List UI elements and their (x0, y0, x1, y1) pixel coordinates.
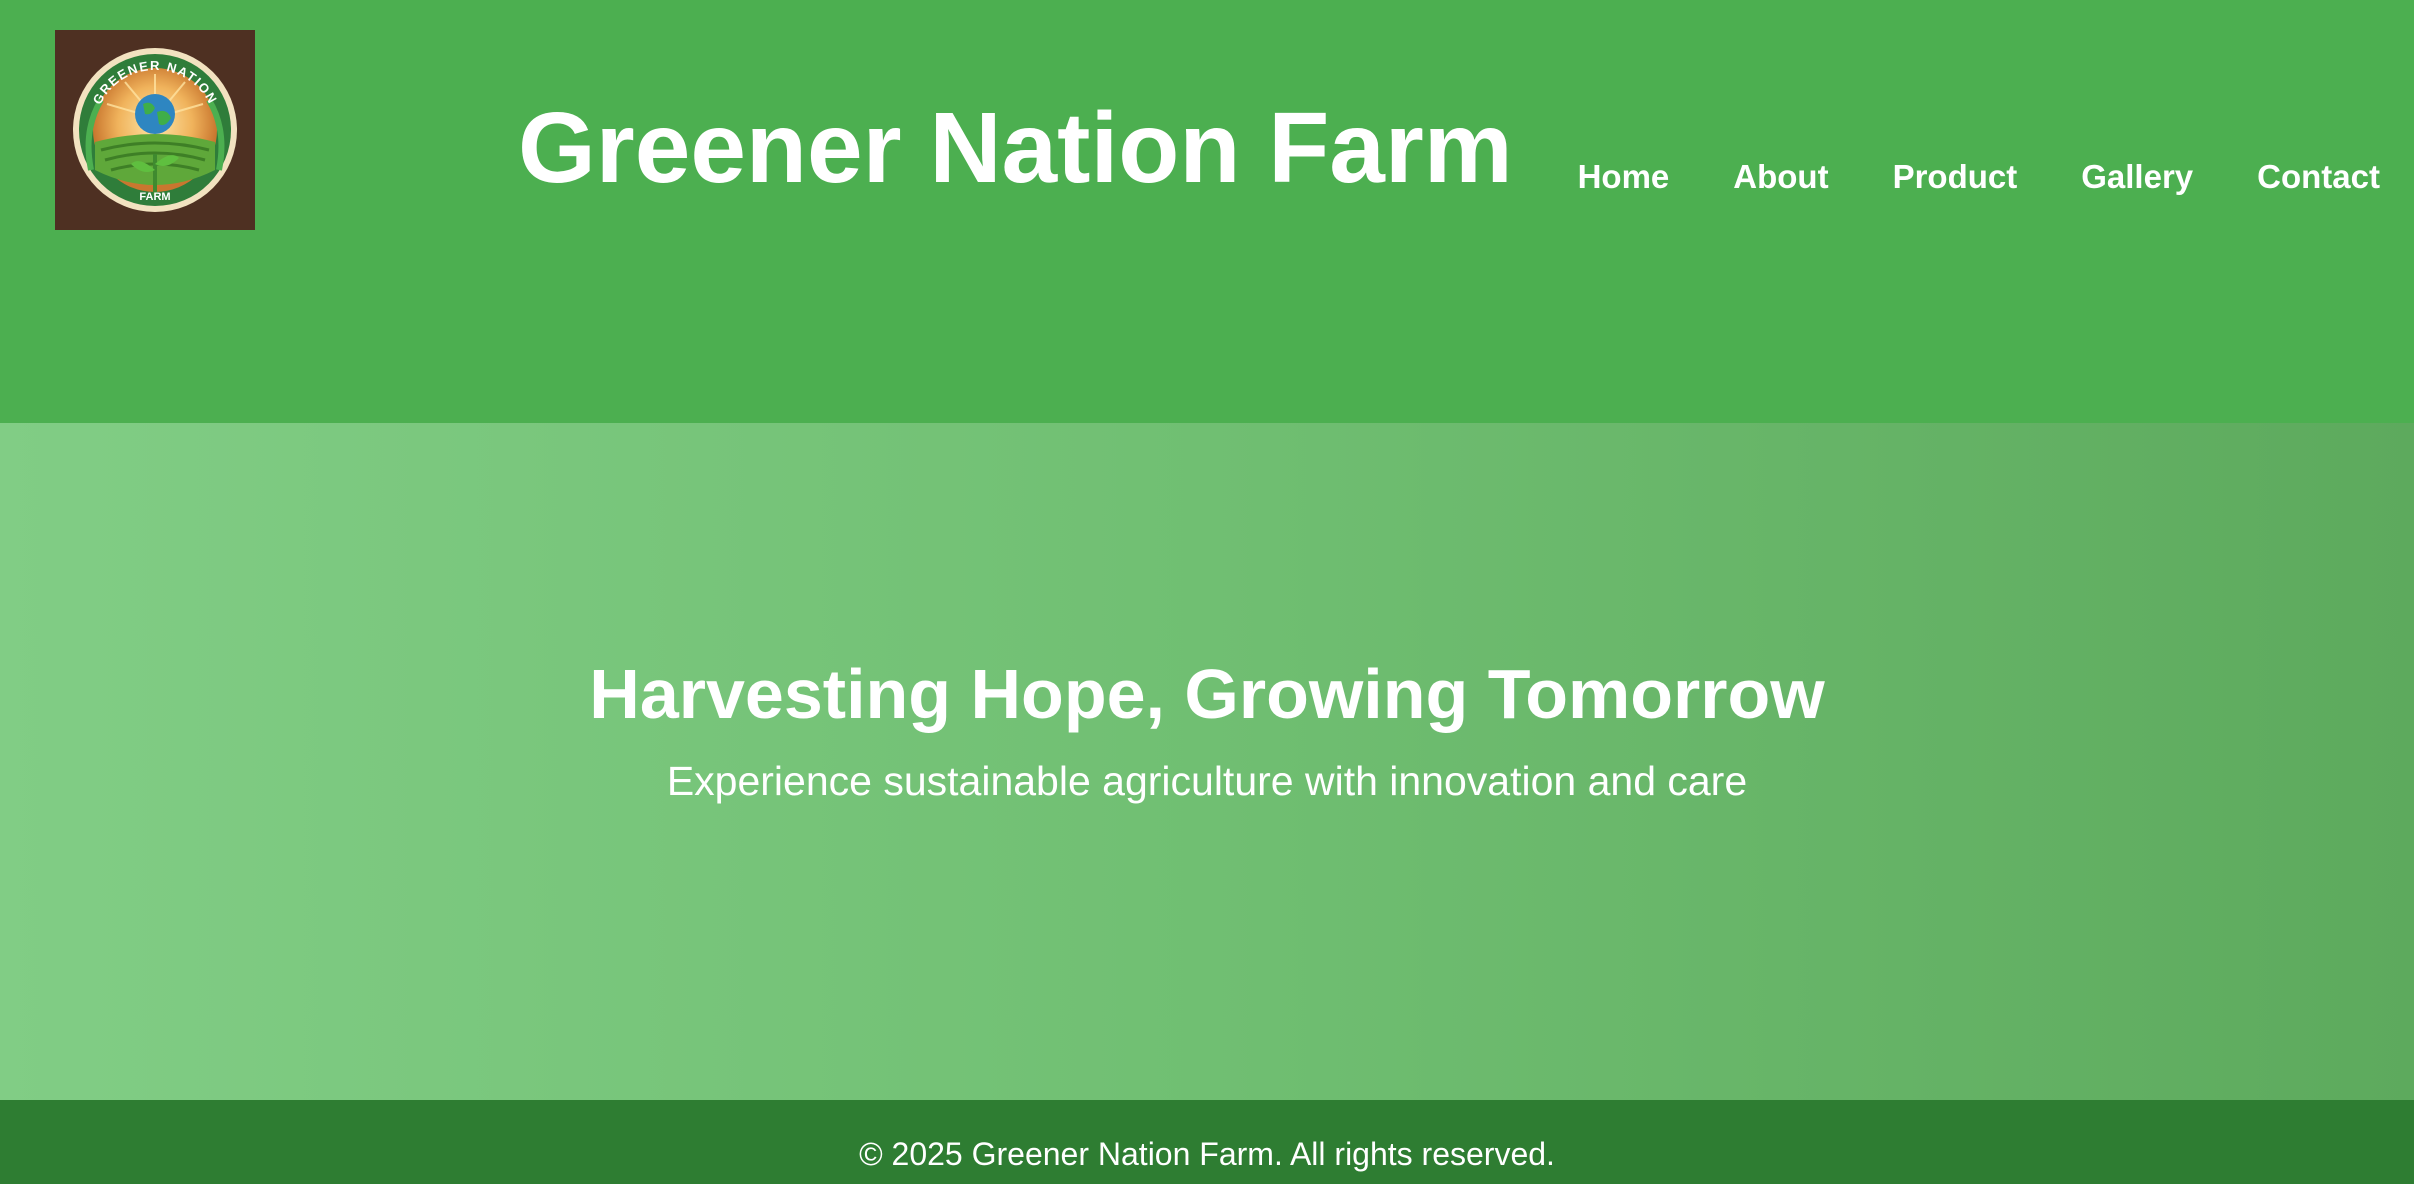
site-title: Greener Nation Farm (518, 92, 1513, 204)
nav-gallery-link[interactable]: Gallery (2081, 156, 2193, 198)
nav-product-link[interactable]: Product (1893, 156, 2018, 198)
svg-text:FARM: FARM (139, 191, 170, 203)
nav-contact-link[interactable]: Contact (2257, 156, 2380, 198)
site-header: GREENER NATION FARM Greener Nation Farm … (0, 0, 2414, 423)
hero-subtitle: Experience sustainable agriculture with … (666, 758, 1748, 804)
nav-home-link[interactable]: Home (1578, 156, 1670, 198)
hero-section: Harvesting Hope, Growing Tomorrow Experi… (0, 423, 2414, 1100)
page: GREENER NATION FARM Greener Nation Farm … (0, 0, 2414, 1184)
farm-logo-icon: GREENER NATION FARM (55, 30, 255, 230)
main-nav: Home About Product Gallery Contact (1514, 156, 2414, 198)
logo[interactable]: GREENER NATION FARM (55, 30, 255, 230)
copyright-text: © 2025 Greener Nation Farm. All rights r… (859, 1136, 1555, 1172)
hero-title: Harvesting Hope, Growing Tomorrow (589, 655, 1825, 733)
nav-about-link[interactable]: About (1733, 156, 1828, 198)
site-footer: © 2025 Greener Nation Farm. All rights r… (0, 1100, 2414, 1184)
